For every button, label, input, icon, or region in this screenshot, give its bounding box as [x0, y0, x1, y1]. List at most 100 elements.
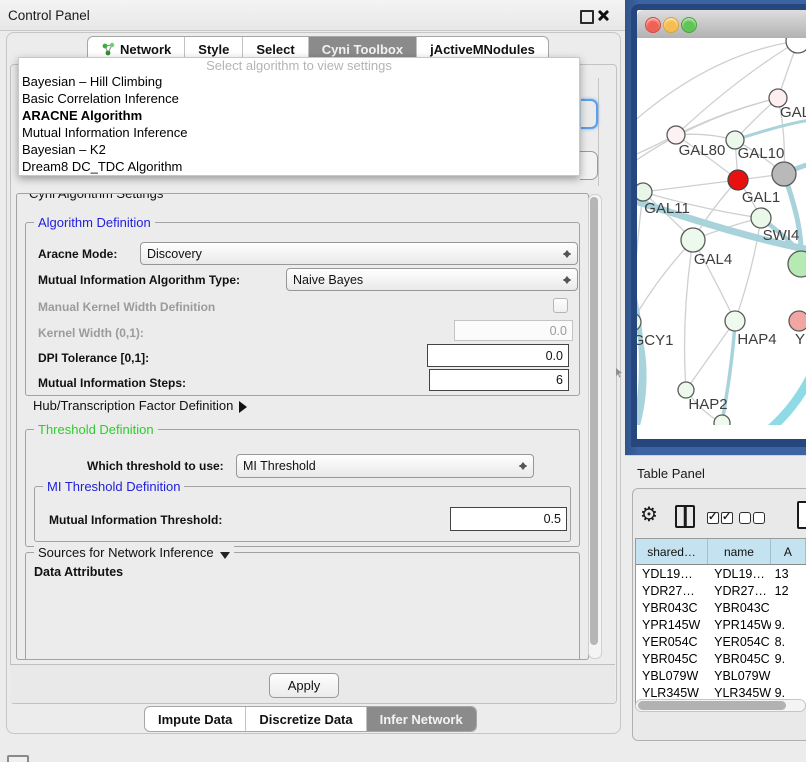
threshold-definition-legend: Threshold Definition: [34, 422, 158, 437]
cyni-bottom-tabbar: Impute Data Discretize Data Infer Network: [144, 706, 477, 732]
zoom-traffic-light[interactable]: [681, 17, 697, 33]
tab-label: Impute Data: [158, 712, 232, 727]
table-cell: 12: [771, 582, 806, 599]
network-window-titlebar[interactable]: [637, 10, 806, 39]
node-gal4[interactable]: [681, 228, 705, 252]
node-green-right[interactable]: [788, 251, 806, 277]
node-gcy1-label: GCY1: [637, 332, 673, 349]
algorithm-popup: Select algorithm to view settings Bayesi…: [18, 57, 580, 176]
table-body: YDL19…YDL19…13YDR27…YDR27…12YBR043CYBR04…: [636, 565, 806, 707]
which-threshold-select[interactable]: MI Threshold: [236, 454, 534, 478]
tab-discretize-data[interactable]: Discretize Data: [246, 707, 366, 731]
node-gray[interactable]: [772, 162, 796, 186]
table-panel-title: Table Panel: [637, 466, 705, 481]
minimize-traffic-light[interactable]: [663, 17, 679, 33]
node-partial-top[interactable]: [786, 38, 806, 53]
algorithm-definition-group: Algorithm Definition Aracne Mode: Discov…: [25, 222, 580, 396]
document-icon[interactable]: [797, 501, 806, 529]
mi-threshold-legend: MI Threshold Definition: [43, 479, 184, 494]
node-table[interactable]: shared…nameA YDL19…YDL19…13YDR27…YDR27…1…: [635, 538, 806, 707]
checkbox-checked-icon[interactable]: [721, 512, 733, 524]
dpi-tolerance-field[interactable]: 0.0: [427, 344, 569, 367]
table-cell: YBL079W: [636, 667, 708, 684]
tab-infer-network[interactable]: Infer Network: [367, 707, 476, 731]
table-cell: YPR145W: [636, 616, 708, 633]
manual-kernel-checkbox[interactable]: [553, 298, 568, 313]
mi-steps-field[interactable]: 6: [429, 369, 569, 391]
sources-legend[interactable]: Sources for Network Inference: [34, 545, 234, 564]
sources-group: Sources for Network Inference Data Attri…: [25, 552, 580, 660]
table-cell: 9.: [771, 650, 806, 667]
node-gal11[interactable]: [637, 183, 652, 201]
table-row[interactable]: YPR145WYPR145W9.: [636, 616, 806, 633]
table-cell: [771, 599, 806, 616]
mi-type-select[interactable]: Naive Bayes: [286, 268, 578, 291]
column-header[interactable]: name: [708, 539, 771, 564]
hub-definition-expander[interactable]: Hub/Transcription Factor Definition: [33, 398, 253, 413]
node-hap4[interactable]: [725, 311, 745, 331]
focused-combobox-fragment: [581, 99, 598, 129]
column-header[interactable]: A: [771, 539, 806, 564]
algorithm-item[interactable]: Bayesian – K2: [19, 141, 579, 158]
tab-impute-data[interactable]: Impute Data: [145, 707, 246, 731]
network-icon: [101, 42, 115, 56]
node-gal1[interactable]: [728, 170, 748, 190]
table-cell: YBR045C: [708, 650, 771, 667]
gear-icon[interactable]: [640, 502, 662, 526]
table-row[interactable]: YBR045CYBR045C9.: [636, 650, 806, 667]
float-window-icon[interactable]: [580, 10, 594, 24]
hidden-fieldset-edge: [598, 78, 599, 186]
screen: Control Panel NetworkStyleSelectCyni Too…: [0, 0, 806, 762]
table-horizontal-scrollbar[interactable]: [635, 699, 806, 712]
algorithm-item[interactable]: Dream8 DC_TDC Algorithm: [19, 158, 579, 175]
node-gal-top-label: GAL: [780, 104, 806, 121]
node-swi4[interactable]: [751, 208, 771, 228]
node-swi4-label: SWI4: [763, 227, 800, 244]
table-row[interactable]: YBR043CYBR043C: [636, 599, 806, 616]
which-threshold-label: Which threshold to use:: [87, 459, 224, 473]
close-traffic-light[interactable]: [645, 17, 661, 33]
which-threshold-value: MI Threshold: [243, 459, 518, 473]
cyni-algorithm-settings-group: Cyni Algorithm Settings Algorithm Defini…: [16, 193, 589, 660]
node-salmon[interactable]: [789, 311, 806, 331]
node-hap4-label: HAP4: [737, 331, 776, 348]
tab-label: Infer Network: [380, 712, 463, 727]
close-icon[interactable]: [597, 9, 609, 21]
node-gal1-label: GAL1: [742, 189, 780, 206]
table-row[interactable]: YDR27…YDR27…12: [636, 582, 806, 599]
manual-kernel-label: Manual Kernel Width Definition: [38, 300, 215, 314]
stepper-icon: [562, 272, 571, 288]
network-canvas[interactable]: GALGAL80GAL10GAL1GAL11SWI4GAL4GCY1HAP4YH…: [637, 38, 806, 425]
node-gal80-label: GAL80: [679, 142, 726, 159]
node-partial-bottom[interactable]: [714, 415, 730, 425]
checkbox-checked-icon[interactable]: [707, 512, 719, 524]
collapse-down-icon: [220, 552, 230, 564]
hub-definition-label: Hub/Transcription Factor Definition: [33, 398, 233, 413]
algorithm-item[interactable]: ARACNE Algorithm: [19, 107, 579, 124]
table-cell: YBR045C: [636, 650, 708, 667]
checkbox-unchecked-icon[interactable]: [739, 512, 751, 524]
expand-right-icon: [239, 401, 253, 413]
aracne-mode-select[interactable]: Discovery: [140, 242, 578, 265]
table-cell: YDR27…: [708, 582, 771, 599]
table-row[interactable]: YBL079WYBL079W: [636, 667, 806, 684]
dpi-tolerance-label: DPI Tolerance [0,1]:: [38, 351, 149, 365]
table-row[interactable]: YER054CYER054C8.: [636, 633, 806, 650]
mi-threshold-field[interactable]: 0.5: [450, 507, 567, 531]
algorithm-item[interactable]: Mutual Information Inference: [19, 124, 579, 141]
table-cell: YBL079W: [708, 667, 771, 684]
algorithm-item[interactable]: Basic Correlation Inference: [19, 90, 579, 107]
settings-scrollbar[interactable]: [588, 194, 602, 659]
table-cell: 8.: [771, 633, 806, 650]
columns-icon[interactable]: [675, 505, 695, 528]
column-header[interactable]: shared…: [636, 539, 708, 564]
checkbox-unchecked-icon[interactable]: [753, 512, 765, 524]
tab-label: Select: [256, 42, 294, 57]
algorithm-item[interactable]: Bayesian – Hill Climbing: [19, 73, 579, 90]
table-row[interactable]: YDL19…YDL19…13: [636, 565, 806, 582]
apply-button[interactable]: Apply: [269, 673, 339, 698]
table-cell: YDR27…: [636, 582, 708, 599]
bottom-left-partial-icon: [7, 755, 29, 762]
kernel-width-field[interactable]: 0.0: [454, 320, 573, 341]
control-panel-title: Control Panel: [8, 8, 90, 23]
